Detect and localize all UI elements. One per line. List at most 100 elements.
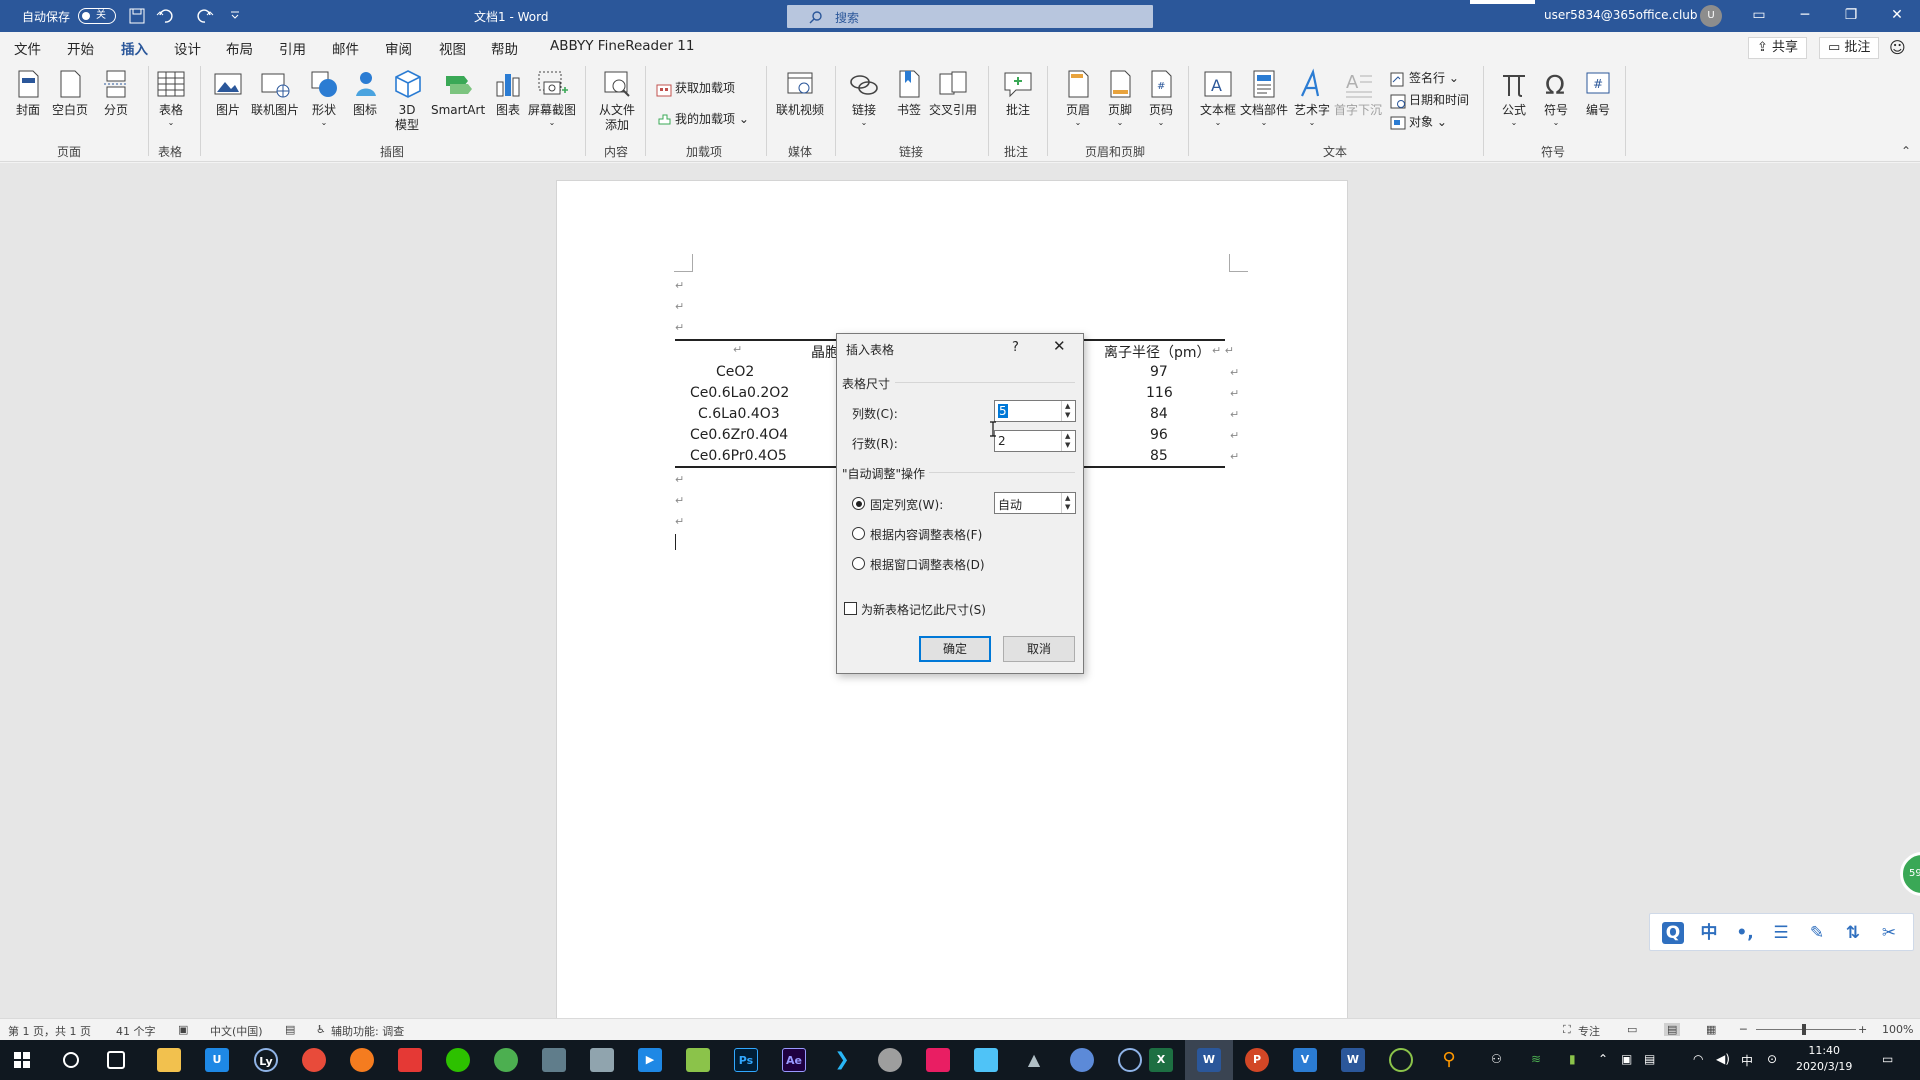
rows-spinner[interactable]: 2 ▲ ▼ — [994, 430, 1076, 452]
photoshop-icon[interactable]: Ps — [734, 1048, 758, 1072]
ime-indicator[interactable]: 中 — [1741, 1052, 1753, 1069]
word-document-icon[interactable]: W — [1341, 1048, 1365, 1072]
header-button[interactable]: 页眉 ⌄ — [1062, 68, 1094, 127]
drop-cap-button[interactable]: A 首字下沉 — [1334, 68, 1382, 118]
comments-button[interactable]: ▭ 批注 — [1819, 37, 1880, 59]
cancel-button[interactable]: 取消 — [1003, 636, 1075, 662]
tab-references[interactable]: 引用 — [279, 38, 306, 58]
accessibility-status[interactable]: 辅助功能: 调查 — [331, 1023, 404, 1039]
clock[interactable]: 11:40 2020/3/19 — [1796, 1043, 1852, 1075]
spin-up-icon[interactable]: ▲ — [1065, 432, 1070, 440]
word-count[interactable]: 41 个字 — [116, 1023, 156, 1039]
number-button[interactable]: # 编号 — [1582, 68, 1614, 118]
ime-punctuation-icon[interactable]: •, — [1734, 922, 1756, 944]
customize-qat-icon[interactable] — [226, 7, 244, 25]
tray-battery-icon[interactable]: ▮ — [1569, 1052, 1576, 1066]
icons-button[interactable]: 图标 — [350, 68, 380, 118]
tab-home[interactable]: 开始 — [67, 38, 94, 58]
page-break-button[interactable]: 分页 — [100, 68, 132, 118]
footer-button[interactable]: 页脚 ⌄ — [1104, 68, 1136, 127]
fixed-width-value[interactable]: 自动 — [998, 496, 1022, 513]
focus-label[interactable]: 专注 — [1578, 1023, 1600, 1039]
fixed-width-label[interactable]: 固定列宽(W): — [870, 496, 943, 513]
text-box-button[interactable]: A 文本框 ⌄ — [1200, 68, 1236, 127]
tab-review[interactable]: 审阅 — [385, 38, 412, 58]
firefox-icon[interactable] — [350, 1048, 374, 1072]
language[interactable]: 中文(中国) — [210, 1023, 263, 1039]
taskbar-app-device-icon[interactable] — [590, 1048, 614, 1072]
redo-icon[interactable] — [196, 7, 214, 25]
pictures-button[interactable]: 图片 — [212, 68, 244, 118]
tab-file[interactable]: 文件 — [14, 38, 41, 58]
ime-chinese-icon[interactable]: 中 — [1698, 922, 1720, 944]
taskbar-app-magnifier-icon[interactable]: ⚲ — [1437, 1048, 1461, 1072]
powerpoint-icon[interactable]: P — [1245, 1048, 1269, 1072]
ime-sort-icon[interactable]: ⇅ — [1842, 922, 1864, 944]
taskbar-app-game-icon[interactable] — [398, 1048, 422, 1072]
smartart-button[interactable]: SmartArt — [431, 68, 485, 118]
autofit-content-radio[interactable] — [852, 527, 865, 540]
tab-layout[interactable]: 布局 — [226, 38, 253, 58]
taskbar-app-robot-icon[interactable] — [878, 1048, 902, 1072]
tab-insert[interactable]: 插入 — [121, 38, 148, 65]
zoom-in-icon[interactable]: + — [1858, 1023, 1867, 1036]
close-icon[interactable]: ✕ — [1874, 0, 1920, 32]
task-view-icon[interactable] — [107, 1051, 125, 1069]
undo-icon[interactable] — [156, 7, 174, 25]
autofit-window-radio[interactable] — [852, 557, 865, 570]
get-addins-button[interactable]: 获取加载项 — [656, 78, 735, 98]
date-time-button[interactable]: 日期和时间 — [1390, 90, 1469, 110]
excel-icon[interactable]: X — [1149, 1048, 1173, 1072]
remember-size-label[interactable]: 为新表格记忆此尺寸(S) — [861, 601, 986, 618]
tray-keyboard-icon[interactable]: ▤ — [1644, 1052, 1655, 1066]
autofit-window-label[interactable]: 根据窗口调整表格(D) — [870, 556, 985, 573]
zoom-out-icon[interactable]: ─ — [1740, 1023, 1747, 1036]
fixed-width-radio[interactable] — [852, 497, 865, 510]
columns-value[interactable]: 5 — [998, 404, 1008, 418]
spin-down-icon[interactable]: ▼ — [1065, 503, 1070, 511]
collapse-ribbon-icon[interactable]: ⌃ — [1901, 144, 1911, 158]
spin-up-icon[interactable]: ▲ — [1065, 494, 1070, 502]
zoom-level[interactable]: 100% — [1882, 1023, 1913, 1036]
cover-page-button[interactable]: 封面 — [12, 68, 44, 118]
tray-q-icon[interactable]: ⊙ — [1767, 1052, 1777, 1066]
visio-icon[interactable]: V — [1293, 1048, 1317, 1072]
tray-person-icon[interactable]: ⚇ — [1491, 1052, 1502, 1066]
my-addins-button[interactable]: 我的加载项 ⌄ — [656, 109, 749, 129]
add-from-file-button[interactable]: 从文件 添加 — [596, 68, 638, 133]
ok-button[interactable]: 确定 — [919, 636, 991, 662]
taskbar-app-play-icon[interactable]: ▶ — [638, 1048, 662, 1072]
taskbar-app-video-icon[interactable] — [542, 1048, 566, 1072]
columns-spinner[interactable]: 5 ▲ ▼ — [994, 400, 1076, 422]
macro-icon[interactable]: ▤ — [285, 1023, 295, 1036]
tab-abbyy[interactable]: ABBYY FineReader 11 — [550, 38, 694, 54]
object-button[interactable]: 对象 ⌄ — [1390, 112, 1447, 132]
save-icon[interactable] — [128, 7, 146, 25]
tray-app-icon[interactable]: ▣ — [1621, 1052, 1632, 1066]
word-icon[interactable]: W — [1197, 1048, 1221, 1072]
bookmark-button[interactable]: 书签 — [893, 68, 925, 118]
focus-icon[interactable]: ⛶ — [1563, 1023, 1571, 1037]
file-explorer-icon[interactable] — [157, 1048, 181, 1072]
spin-down-icon[interactable]: ▼ — [1065, 441, 1070, 449]
print-layout-icon[interactable]: ▤ — [1664, 1023, 1681, 1036]
wordart-button[interactable]: 艺术字 ⌄ — [1294, 68, 1330, 127]
rows-value[interactable]: 2 — [998, 434, 1006, 448]
proofing-icon[interactable]: ▣ — [178, 1023, 188, 1036]
restore-icon[interactable]: ❐ — [1828, 0, 1874, 32]
ime-tools-icon[interactable]: ✂ — [1878, 922, 1900, 944]
ime-handwriting-icon[interactable]: ✎ — [1806, 922, 1828, 944]
lingoes-icon[interactable]: Ly — [254, 1048, 278, 1072]
screenshot-button[interactable]: 屏幕截图 ⌄ — [528, 68, 576, 127]
remember-size-checkbox[interactable] — [844, 602, 857, 615]
spin-up-icon[interactable]: ▲ — [1065, 402, 1070, 410]
online-pictures-button[interactable]: 联机图片 — [251, 68, 299, 118]
tray-wifi-icon[interactable]: ≋ — [1531, 1052, 1541, 1066]
cross-reference-button[interactable]: 交叉引用 — [929, 68, 977, 118]
link-button[interactable]: 链接 ⌄ — [848, 68, 880, 127]
ribbon-display-options-icon[interactable]: ▭ — [1736, 0, 1782, 32]
close-icon[interactable]: ✕ — [1053, 337, 1066, 355]
taskbar-app-search-icon[interactable] — [1389, 1048, 1413, 1072]
3d-models-button[interactable]: 3D 模型 — [392, 68, 422, 133]
tab-design[interactable]: 设计 — [174, 38, 201, 58]
